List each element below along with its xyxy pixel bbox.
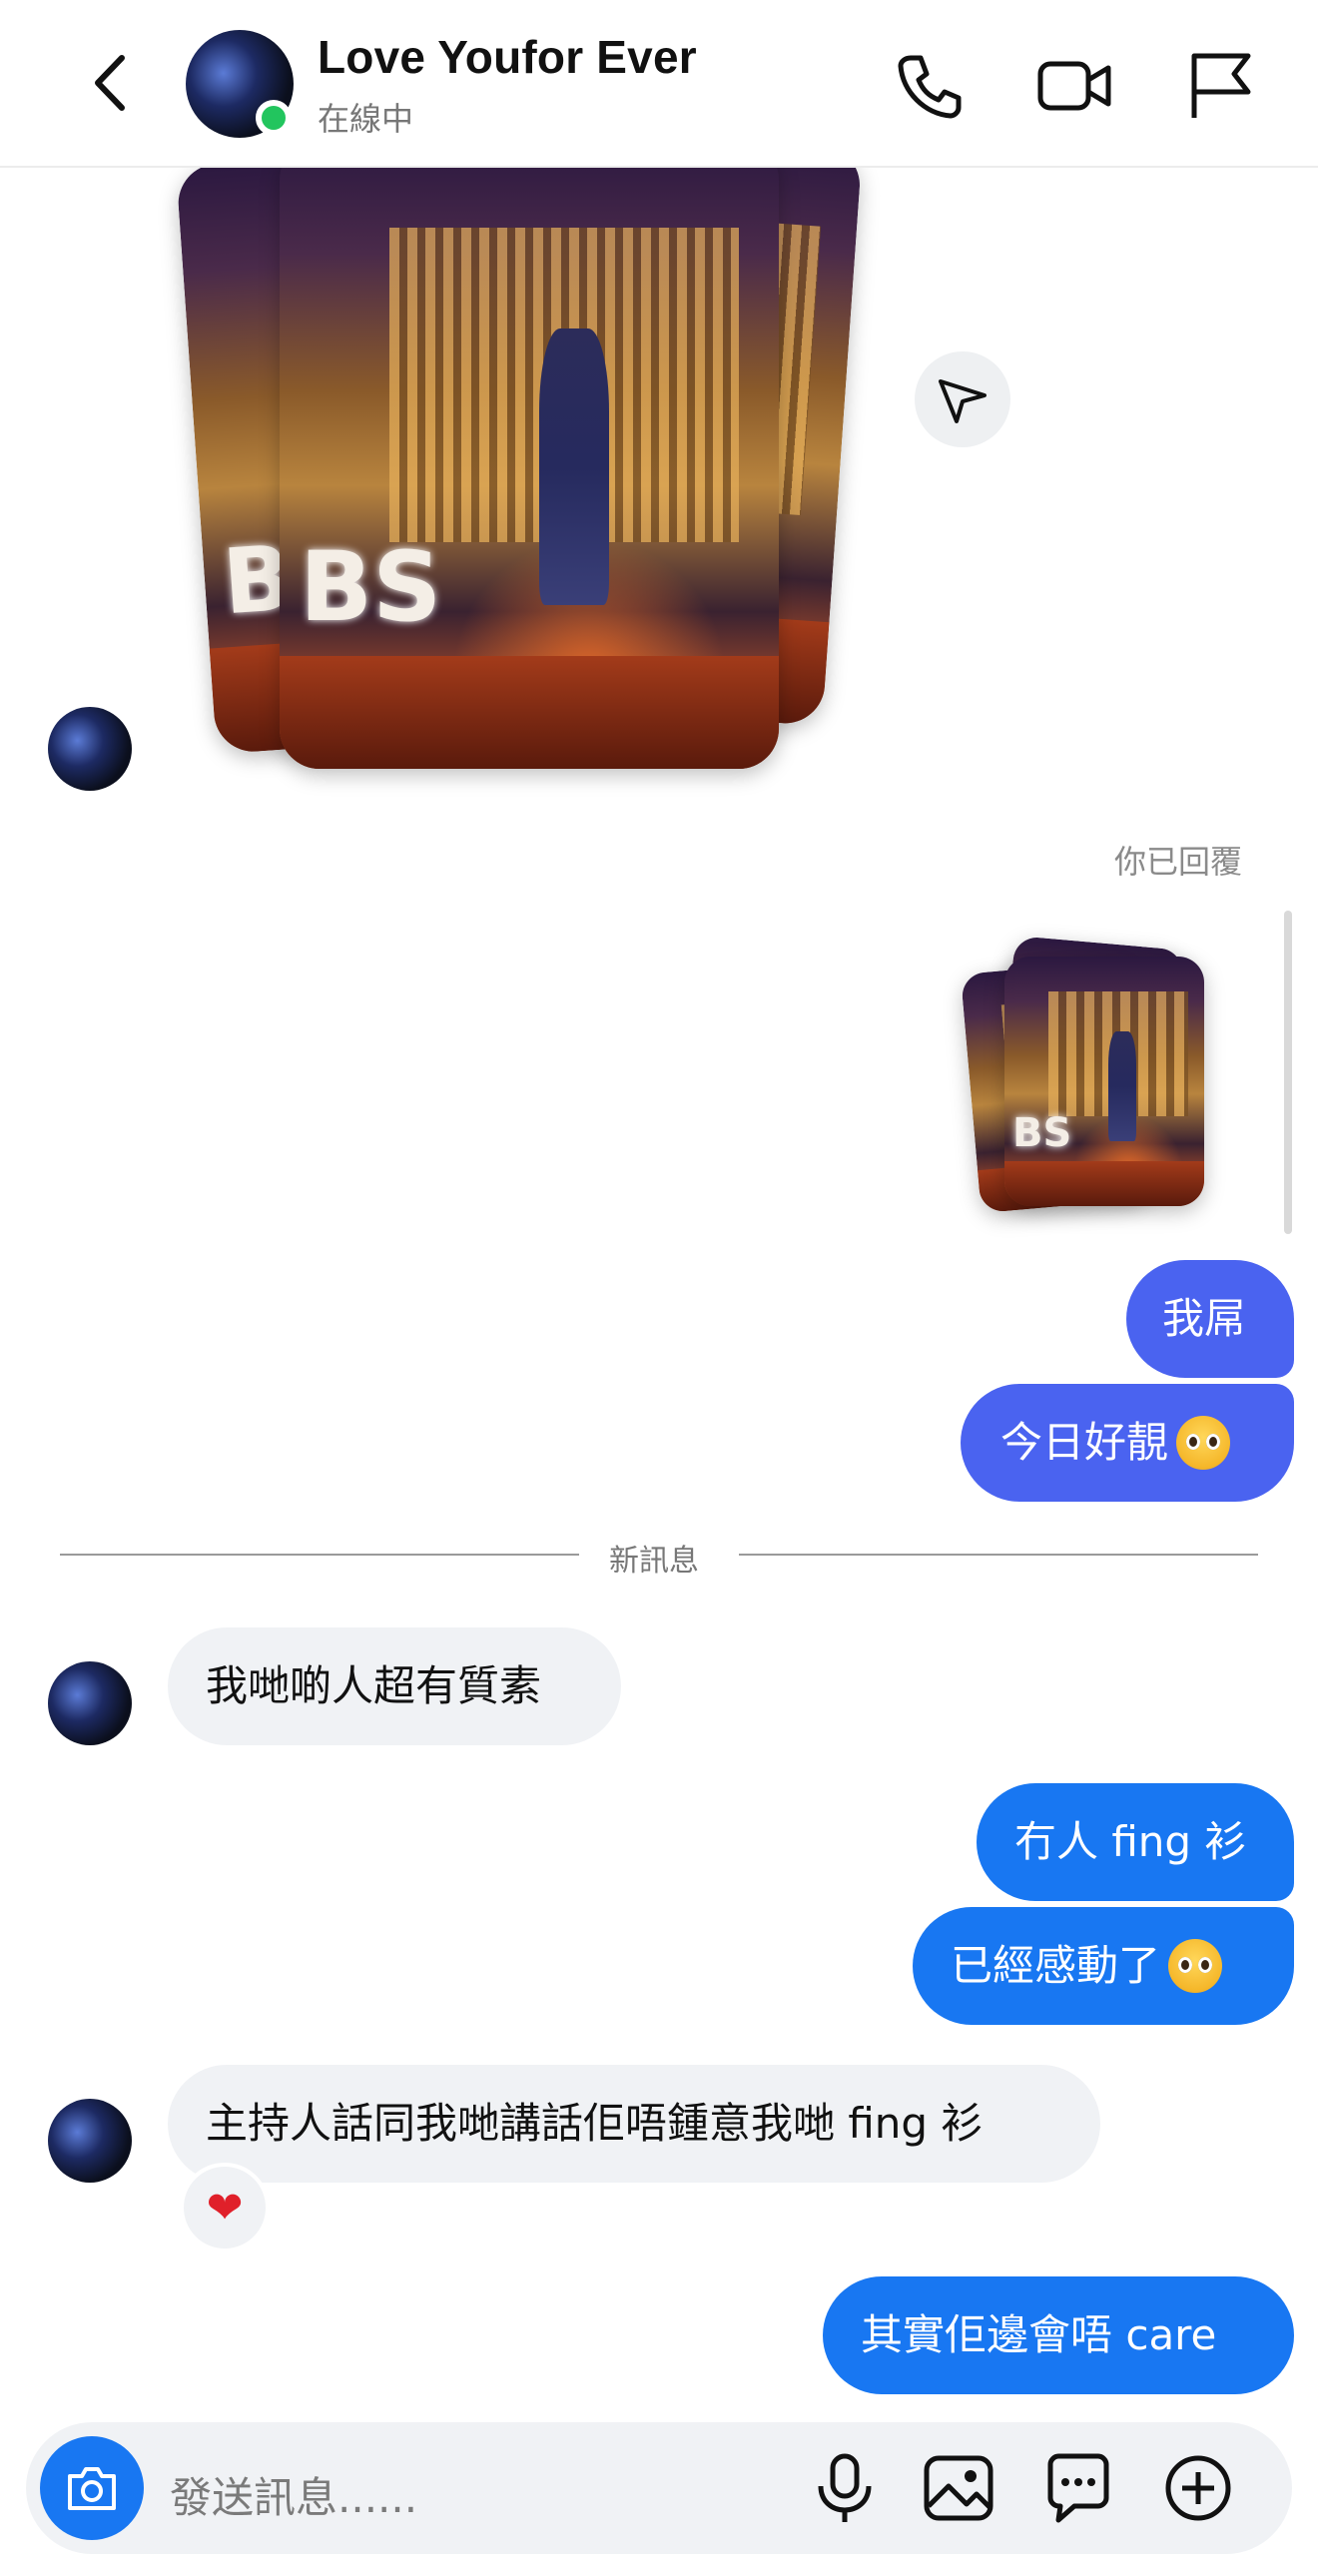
message-input[interactable]: 發送訊息...... [170,2464,417,2525]
video-icon[interactable] [1034,46,1114,126]
message-text: 今日好靚 [1000,1418,1169,1467]
share-icon [939,379,987,423]
conversation-header: Love Youfor Ever 在線中 [0,0,1318,168]
photo-sign-letters: BS [1012,1110,1072,1156]
plus-icon[interactable] [1158,2448,1238,2528]
pleading-face-emoji-icon [1176,1416,1231,1470]
scrollbar[interactable] [1284,911,1292,1234]
contact-name[interactable]: Love Youfor Ever [318,30,697,84]
message-bubble-outgoing[interactable]: 其實佢邊會唔 care [823,2276,1294,2394]
camera-button[interactable] [40,2436,144,2540]
share-button[interactable] [915,351,1010,447]
photo-card-front[interactable]: BS [280,140,779,769]
new-messages-divider: 新訊息 [609,1544,699,1579]
photo-card-front[interactable]: BS [1004,957,1204,1206]
contact-avatar[interactable] [48,1661,132,1745]
message-text: 其實佢邊會唔 care [861,2310,1217,2359]
gallery-icon[interactable] [919,2448,998,2528]
contact-avatar[interactable] [48,2099,132,2183]
message-bubble-outgoing[interactable]: 我屌 [1126,1260,1294,1378]
microphone-icon[interactable] [805,2448,885,2528]
message-bubble-incoming[interactable]: 主持人話同我哋講話佢唔鍾意我哋 fing 衫 [168,2065,1100,2183]
heart-reaction[interactable]: ❤ [180,2163,270,2253]
sticker-icon[interactable] [1038,2448,1118,2528]
photo-sign-letters: BS [300,531,442,643]
online-status-dot [256,100,292,136]
contact-avatar[interactable] [48,707,132,791]
message-text: 我屌 [1162,1294,1247,1343]
camera-icon [68,2467,116,2510]
message-text: 冇人 fing 衫 [1014,1817,1247,1866]
divider-line [739,1554,1258,1556]
message-text: 我哋啲人超有質素 [206,1661,542,1710]
message-text: 已經感動了 [951,1941,1161,1990]
online-status: 在線中 [318,100,414,138]
message-bubble-incoming[interactable]: 我哋啲人超有質素 [168,1627,621,1745]
back-arrow-icon[interactable] [78,48,148,118]
message-bubble-outgoing[interactable]: 冇人 fing 衫 [977,1783,1294,1901]
message-text: 主持人話同我哋講話佢唔鍾意我哋 fing 衫 [206,2099,984,2148]
phone-icon[interactable] [889,46,969,126]
flag-icon[interactable] [1180,46,1260,126]
message-bubble-outgoing[interactable]: 今日好靚 [961,1384,1294,1502]
message-bubble-outgoing[interactable]: 已經感動了 [913,1907,1294,2025]
pleading-face-emoji-icon [1168,1939,1223,1993]
divider-line [60,1554,579,1556]
replied-label: 你已回覆 [1113,843,1242,881]
